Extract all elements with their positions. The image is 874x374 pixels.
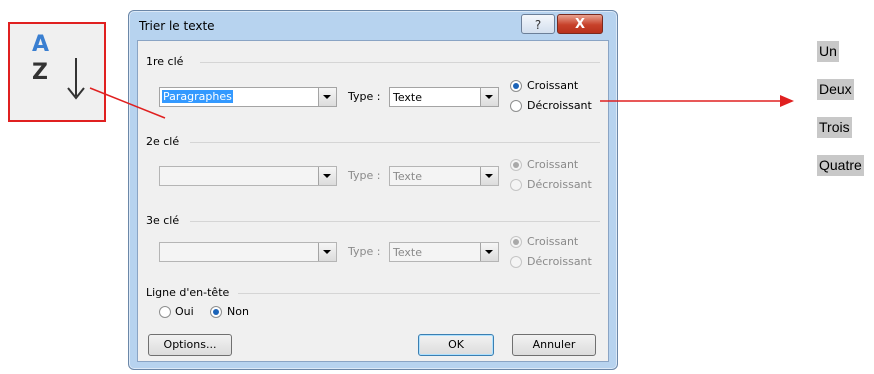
key3-sort-by-dropdown[interactable] xyxy=(159,242,337,262)
key1-type-label: Type : xyxy=(348,90,381,103)
key2-descending-radio[interactable] xyxy=(510,179,522,191)
key2-ascending-label[interactable]: Croissant xyxy=(527,158,578,171)
key3-type-label: Type : xyxy=(348,245,381,258)
sorted-word-2: Deux xyxy=(817,79,854,100)
key2-type-dropdown[interactable]: Texte xyxy=(389,166,499,186)
dialog-title: Trier le texte xyxy=(139,19,215,33)
key2-type-value: Texte xyxy=(393,170,423,183)
header-row-divider xyxy=(238,293,600,294)
help-button[interactable]: ? xyxy=(521,14,555,34)
header-no-label[interactable]: Non xyxy=(227,305,249,318)
sort-text-dialog: Trier le texte ? X 1re clé Paragraphes T… xyxy=(128,10,618,370)
key3-ascending-label[interactable]: Croissant xyxy=(527,235,578,248)
options-button[interactable]: Options... xyxy=(148,334,232,356)
key1-type-dropdown[interactable]: Texte xyxy=(389,87,499,107)
sorted-word-1: Un xyxy=(817,41,839,62)
cancel-button[interactable]: Annuler xyxy=(512,334,596,356)
key2-label: 2e clé xyxy=(146,135,180,148)
header-no-radio[interactable] xyxy=(210,306,222,318)
key3-descending-radio[interactable] xyxy=(510,256,522,268)
key1-label: 1re clé xyxy=(146,55,184,68)
chevron-down-icon[interactable] xyxy=(480,88,498,106)
ok-button[interactable]: OK xyxy=(418,334,494,356)
key3-ascending-radio[interactable] xyxy=(510,236,522,248)
header-yes-label[interactable]: Oui xyxy=(175,305,194,318)
key1-descending-radio[interactable] xyxy=(510,100,522,112)
key3-descending-label[interactable]: Décroissant xyxy=(527,255,592,268)
key1-type-value: Texte xyxy=(393,91,423,104)
dialog-titlebar[interactable]: Trier le texte ? X xyxy=(129,11,617,39)
key3-label: 3e clé xyxy=(146,214,180,227)
close-icon: X xyxy=(574,17,586,32)
sorted-word-4: Quatre xyxy=(817,155,864,176)
sorted-word-3: Trois xyxy=(817,117,852,138)
key2-divider xyxy=(190,142,600,143)
key3-type-value: Texte xyxy=(393,246,423,259)
key1-sort-by-value: Paragraphes xyxy=(162,90,233,103)
key1-divider xyxy=(200,62,600,63)
key2-descending-label[interactable]: Décroissant xyxy=(527,178,592,191)
key3-type-dropdown[interactable]: Texte xyxy=(389,242,499,262)
sort-az-icon[interactable]: A Z xyxy=(8,22,106,122)
key3-divider xyxy=(190,221,600,222)
header-yes-radio[interactable] xyxy=(159,306,171,318)
header-row-label: Ligne d'en-tête xyxy=(146,286,230,299)
key1-ascending-label[interactable]: Croissant xyxy=(527,79,578,92)
chevron-down-icon[interactable] xyxy=(480,167,498,185)
key2-sort-by-dropdown[interactable] xyxy=(159,166,337,186)
key1-sort-by-dropdown[interactable]: Paragraphes xyxy=(159,87,337,107)
help-icon: ? xyxy=(534,18,542,32)
down-arrow-icon xyxy=(67,58,85,100)
dialog-body: 1re clé Paragraphes Type : Texte Croissa… xyxy=(137,40,609,362)
chevron-down-icon[interactable] xyxy=(318,243,336,261)
key2-ascending-radio[interactable] xyxy=(510,159,522,171)
key2-type-label: Type : xyxy=(348,169,381,182)
chevron-down-icon[interactable] xyxy=(318,88,336,106)
chevron-down-icon[interactable] xyxy=(480,243,498,261)
key1-ascending-radio[interactable] xyxy=(510,80,522,92)
key1-descending-label[interactable]: Décroissant xyxy=(527,99,592,112)
chevron-down-icon[interactable] xyxy=(318,167,336,185)
arrow-head-icon xyxy=(780,95,794,107)
close-button[interactable]: X xyxy=(557,14,603,34)
